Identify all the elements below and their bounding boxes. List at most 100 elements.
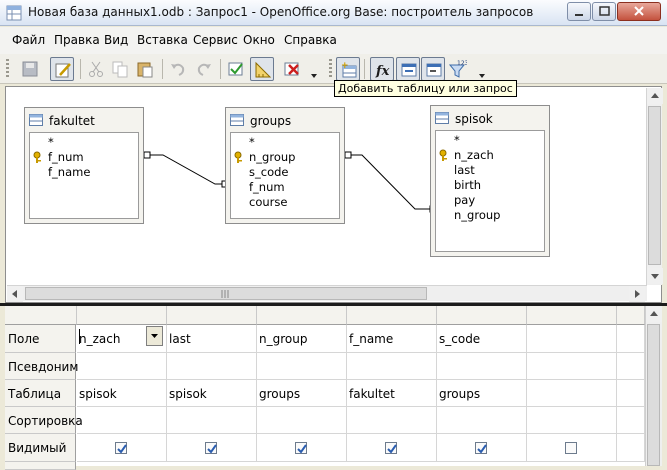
field-item[interactable]: *: [249, 135, 255, 149]
field-item[interactable]: last: [454, 163, 475, 177]
table-window-header[interactable]: groups: [226, 108, 344, 132]
column-header[interactable]: [347, 306, 437, 325]
table-window-header[interactable]: fakultet: [25, 108, 143, 132]
field-cell[interactable]: [617, 325, 645, 353]
field-item[interactable]: *: [454, 133, 460, 147]
horizontal-scroll-thumb[interactable]: [25, 287, 427, 300]
scroll-right-button[interactable]: [629, 286, 645, 302]
table-window-spisok[interactable]: spisok * n_zach last birth pay n_group: [430, 105, 550, 257]
table-cell[interactable]: groups: [257, 380, 347, 407]
alias-cell[interactable]: [167, 353, 257, 380]
alias-cell[interactable]: [527, 353, 617, 380]
scroll-up-button[interactable]: [647, 88, 663, 104]
paste-button[interactable]: [133, 57, 157, 81]
menu-view[interactable]: Вид: [104, 33, 128, 47]
close-button[interactable]: [617, 2, 661, 21]
sort-cell[interactable]: [347, 407, 437, 434]
visible-checkbox[interactable]: [115, 442, 127, 454]
alias-cell[interactable]: [437, 353, 527, 380]
scroll-down-button[interactable]: [647, 268, 663, 284]
alias-cell[interactable]: [347, 353, 437, 380]
table-cell[interactable]: fakultet: [347, 380, 437, 407]
field-item[interactable]: *: [48, 135, 54, 149]
sort-cell[interactable]: [437, 407, 527, 434]
field-cell[interactable]: [527, 325, 617, 353]
add-table-button[interactable]: +: [336, 57, 360, 81]
alias-cell[interactable]: [77, 353, 167, 380]
field-list[interactable]: * f_num f_name: [29, 132, 139, 219]
maximize-button[interactable]: [592, 2, 616, 21]
vertical-scrollbar[interactable]: [646, 88, 663, 285]
sort-cell[interactable]: [527, 407, 617, 434]
column-header[interactable]: [257, 306, 347, 325]
copy-button[interactable]: [108, 57, 132, 81]
column-header[interactable]: [617, 306, 645, 325]
table-design-area[interactable]: fakultet * f_num f_name groups * n_group…: [5, 86, 663, 303]
menu-window[interactable]: Окно: [243, 33, 275, 47]
cut-button[interactable]: [84, 57, 108, 81]
column-header[interactable]: [437, 306, 527, 325]
grid-scroll-thumb[interactable]: [647, 324, 660, 466]
field-item[interactable]: birth: [454, 178, 481, 192]
toolbar-overflow-button-2[interactable]: [476, 57, 488, 81]
menu-edit[interactable]: Правка: [54, 33, 100, 47]
column-header[interactable]: [527, 306, 617, 325]
table-cell[interactable]: [617, 380, 645, 407]
table-cell[interactable]: groups: [437, 380, 527, 407]
vertical-scroll-thumb[interactable]: [648, 106, 661, 265]
field-item[interactable]: course: [249, 195, 287, 209]
field-cell[interactable]: f_name: [347, 325, 437, 353]
redo-button[interactable]: [192, 57, 216, 81]
save-button[interactable]: [18, 57, 42, 81]
sort-cell[interactable]: [167, 407, 257, 434]
visible-checkbox[interactable]: [205, 442, 217, 454]
field-item[interactable]: n_group: [454, 208, 500, 222]
menu-help[interactable]: Справка: [284, 33, 337, 47]
field-item[interactable]: f_num: [48, 150, 84, 164]
toolbar-grip[interactable]: [329, 59, 332, 79]
field-list[interactable]: * n_zach last birth pay n_group: [435, 130, 545, 252]
visible-checkbox[interactable]: [475, 442, 487, 454]
table-cell[interactable]: spisok: [167, 380, 257, 407]
column-header[interactable]: [77, 306, 167, 325]
table-cell[interactable]: spisok: [77, 380, 167, 407]
field-item[interactable]: n_zach: [454, 148, 494, 162]
distinct-values-button[interactable]: 123: [446, 57, 470, 81]
undo-button[interactable]: [166, 57, 190, 81]
sort-cell[interactable]: [617, 407, 645, 434]
column-header[interactable]: [167, 306, 257, 325]
table-name-button[interactable]: [396, 57, 420, 81]
alias-button[interactable]: [421, 57, 445, 81]
field-item[interactable]: f_num: [249, 180, 285, 194]
clear-query-button[interactable]: [280, 57, 304, 81]
grid-scroll-up-button[interactable]: [646, 306, 662, 322]
sort-cell[interactable]: [257, 407, 347, 434]
field-cell[interactable]: last: [167, 325, 257, 353]
toolbar-grip[interactable]: [6, 59, 9, 79]
field-item[interactable]: s_code: [249, 165, 288, 179]
sort-cell[interactable]: [77, 407, 167, 434]
visible-checkbox[interactable]: [385, 442, 397, 454]
grid-vertical-scrollbar[interactable]: [645, 306, 662, 466]
field-cell[interactable]: s_code: [437, 325, 527, 353]
design-view-button[interactable]: [250, 57, 274, 81]
field-item[interactable]: n_group: [249, 150, 295, 164]
horizontal-scrollbar[interactable]: [7, 285, 647, 302]
table-window-groups[interactable]: groups * n_group s_code f_num course: [225, 107, 345, 224]
field-item[interactable]: f_name: [48, 165, 90, 179]
functions-button[interactable]: fx: [370, 57, 394, 81]
field-dropdown-button[interactable]: [146, 326, 163, 346]
minimize-button[interactable]: [567, 2, 591, 21]
run-query-button[interactable]: [224, 57, 248, 81]
query-design-grid[interactable]: Поле Псевдоним Таблица Сортировка Видимы…: [5, 306, 645, 470]
visible-checkbox[interactable]: [565, 442, 577, 454]
field-list[interactable]: * n_group s_code f_num course: [230, 132, 340, 219]
alias-cell[interactable]: [257, 353, 347, 380]
edit-mode-button[interactable]: [50, 57, 74, 81]
toolbar-overflow-button[interactable]: [308, 57, 320, 81]
menu-tools[interactable]: Сервис: [193, 33, 238, 47]
table-window-fakultet[interactable]: fakultet * f_num f_name: [24, 107, 144, 224]
field-cell[interactable]: n_group: [257, 325, 347, 353]
scroll-left-button[interactable]: [7, 286, 23, 302]
table-window-header[interactable]: spisok: [431, 106, 549, 130]
